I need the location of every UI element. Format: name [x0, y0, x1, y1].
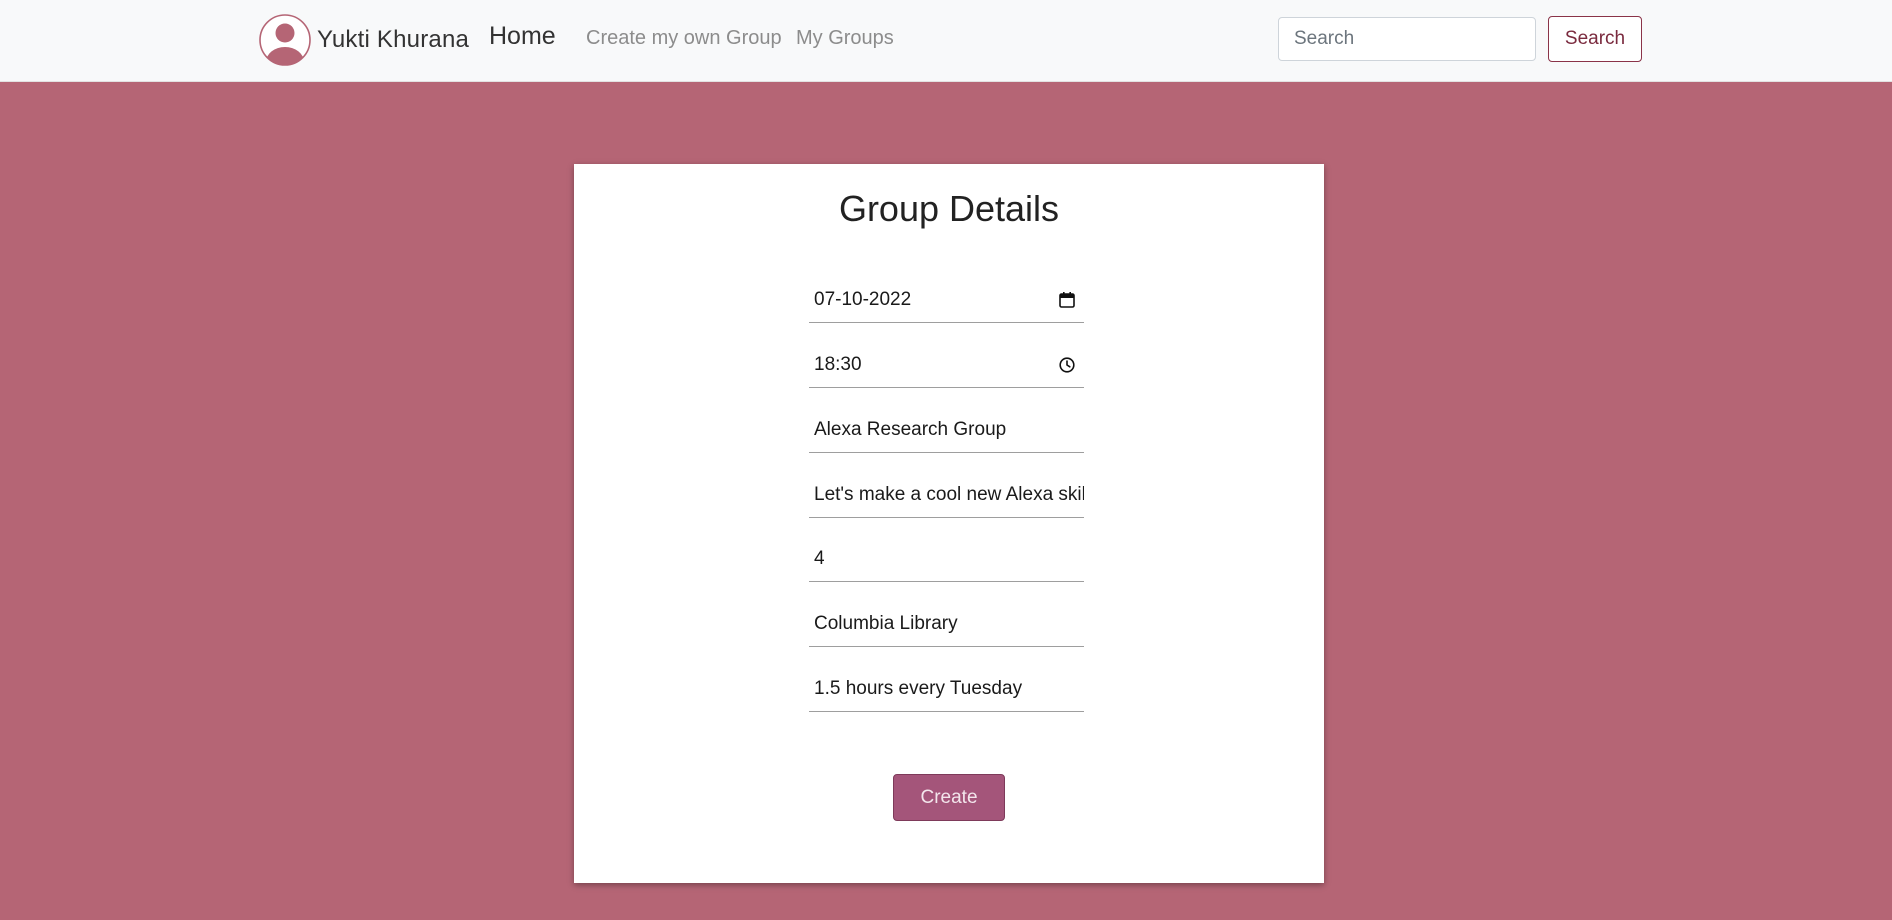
top-navbar: Yukti Khurana Home Create my own Group M… [0, 0, 1892, 82]
group-details-card: Group Details 07-10-2022 18:30 Alexa Res… [574, 164, 1324, 883]
date-field[interactable]: 07-10-2022 [809, 277, 1084, 323]
description-value: Let's make a cool new Alexa skil [814, 483, 1084, 505]
member-count-value: 4 [814, 547, 825, 569]
create-button[interactable]: Create [893, 774, 1005, 821]
group-name-value: Alexa Research Group [814, 418, 1007, 440]
description-field[interactable]: Let's make a cool new Alexa skil [809, 472, 1084, 518]
user-name: Yukti Khurana [317, 26, 470, 53]
nav-create-group-link[interactable]: Create my own Group [586, 27, 782, 50]
clock-icon[interactable] [1058, 356, 1076, 374]
nav-my-groups-link[interactable]: My Groups [796, 27, 894, 50]
search-button[interactable]: Search [1548, 16, 1642, 62]
calendar-icon[interactable] [1058, 291, 1076, 309]
nav-home-link[interactable]: Home [489, 22, 556, 51]
duration-value: 1.5 hours every Tuesday [814, 677, 1023, 699]
page-title: Group Details [838, 188, 1060, 229]
search-input[interactable] [1278, 17, 1536, 61]
member-count-field[interactable]: 4 [809, 536, 1084, 582]
location-value: Columbia Library [814, 612, 958, 634]
time-field[interactable]: 18:30 [809, 342, 1084, 388]
duration-field[interactable]: 1.5 hours every Tuesday [809, 666, 1084, 712]
date-value: 07-10-2022 [814, 288, 912, 310]
user-avatar-icon [259, 14, 311, 66]
location-field[interactable]: Columbia Library [809, 601, 1084, 647]
time-value: 18:30 [814, 353, 862, 375]
group-name-field[interactable]: Alexa Research Group [809, 407, 1084, 453]
brand-link[interactable]: Yukti Khurana [259, 13, 469, 67]
